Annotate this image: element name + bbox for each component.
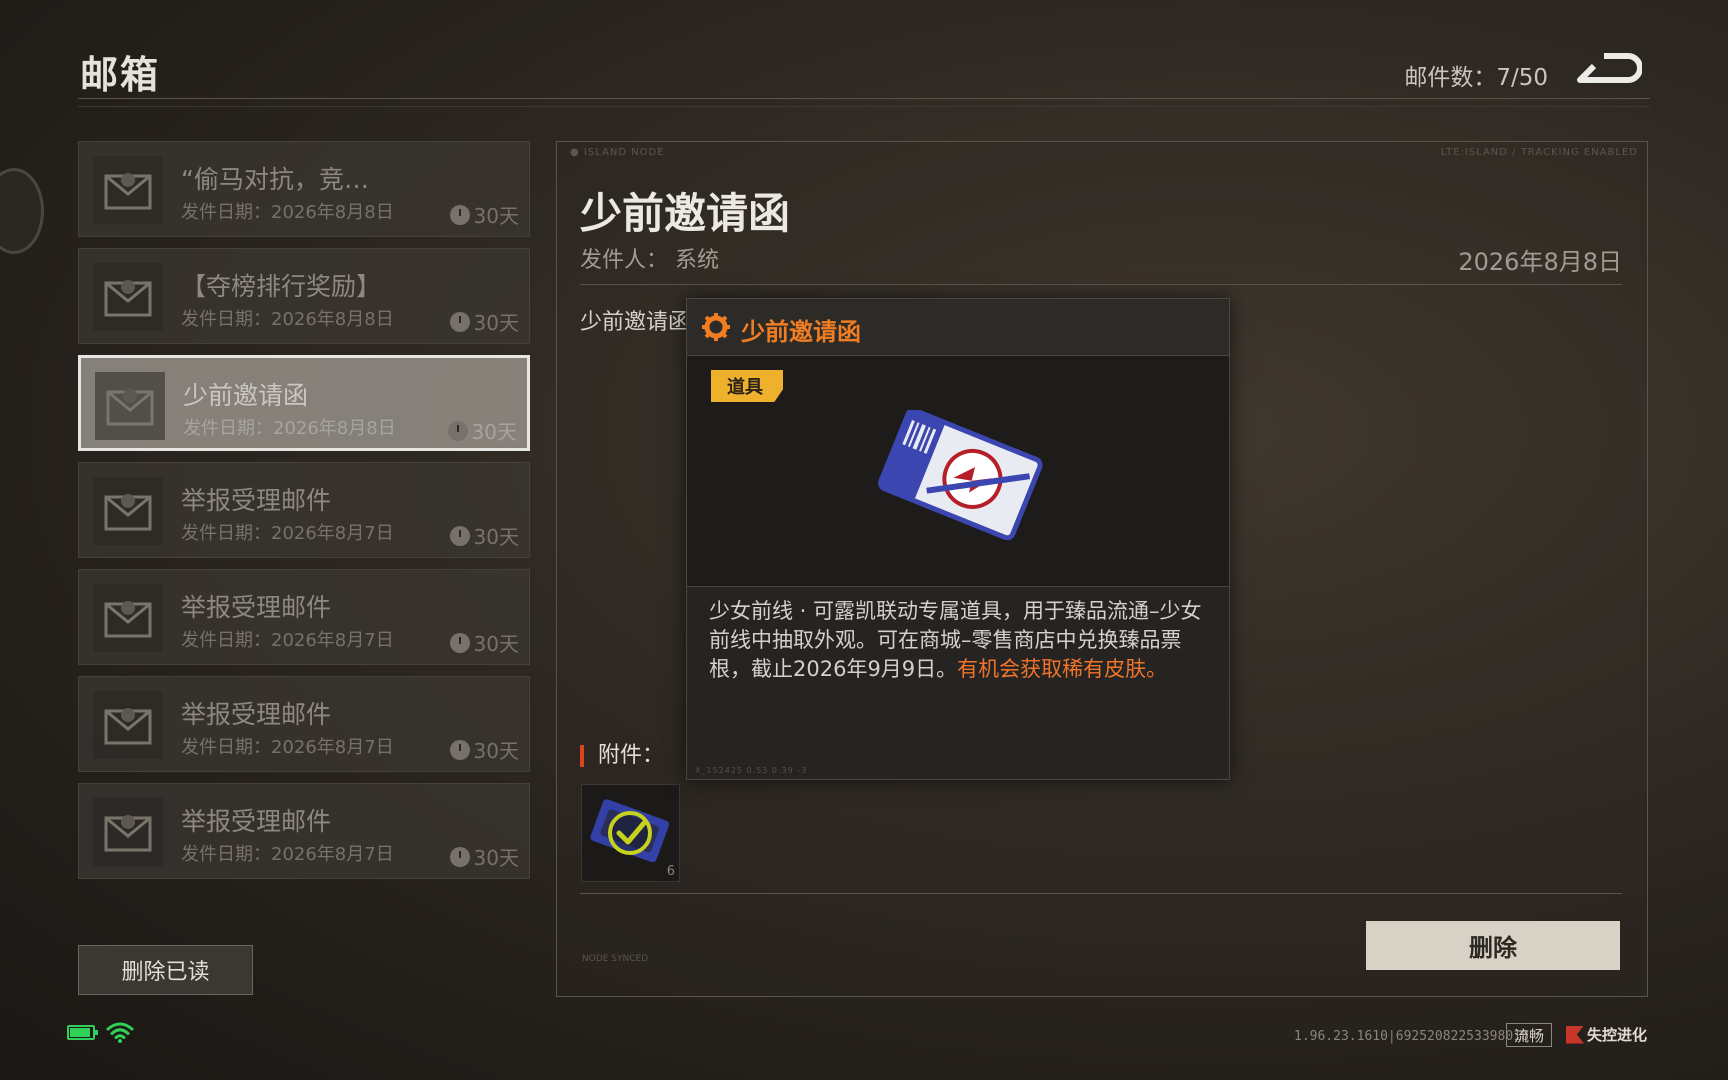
mail-item-title: 举报受理邮件	[181, 486, 332, 515]
mail-item-date: 发件日期：2026年8月8日	[183, 418, 396, 439]
clock-icon	[449, 311, 470, 332]
header-divider	[78, 98, 1650, 99]
ticket-thumbnail-icon	[590, 799, 670, 863]
mail-item-expire-text: 30天	[473, 525, 519, 549]
mail-sender: 发件人： 系统	[580, 248, 719, 273]
item-type-badge: 道具	[711, 370, 783, 402]
mail-icon-box	[93, 263, 163, 331]
attachment-count: 6	[666, 864, 675, 879]
mail-list-item[interactable]: 举报受理邮件发件日期：2026年8月7日 30天	[78, 462, 530, 558]
mail-item-expire-text: 30天	[473, 846, 519, 870]
clock-icon	[449, 846, 470, 867]
gear-icon	[702, 313, 730, 341]
popup-footer-text: X_152425 0.53 0.39 -3	[695, 766, 808, 775]
attachment-label: 附件：	[580, 745, 664, 767]
header-divider-2	[78, 106, 1650, 107]
item-description-highlight: 有机会获取稀有皮肤。	[957, 657, 1168, 681]
mail-item-title: “偷马对抗，竞…	[181, 165, 369, 194]
mail-item-expire-text: 30天	[473, 739, 519, 763]
mail-item-expire-text: 30天	[473, 204, 519, 228]
popup-header: 少前邀请函	[687, 299, 1229, 356]
mail-item-expire: 30天	[449, 307, 519, 336]
mail-item-expire: 30天	[449, 628, 519, 657]
mail-item-date: 发件日期：2026年8月7日	[181, 523, 394, 544]
mail-list-item[interactable]: “偷马对抗，竞… 发件日期：2026年8月8日 30天	[78, 141, 530, 237]
mail-item-date: 发件日期：2026年8月8日	[181, 202, 394, 223]
panel-tag: NODE SYNCED	[582, 954, 649, 964]
delete-read-button[interactable]: 删除已读	[78, 945, 253, 995]
mail-body: 少前邀请函	[580, 310, 691, 335]
mail-count: 邮件数：7/50	[1404, 65, 1548, 91]
mail-title: 少前邀请函	[580, 189, 791, 238]
mail-item-date: 发件日期：2026年8月7日	[181, 844, 394, 865]
item-image-area: 道具	[687, 356, 1229, 587]
mail-item-expire: 30天	[449, 521, 519, 550]
mail-item-expire: 30天	[449, 200, 519, 229]
mail-item-expire-text: 30天	[473, 632, 519, 656]
back-button[interactable]	[1574, 50, 1643, 90]
clock-icon	[447, 420, 468, 441]
popup-title: 少前邀请函	[741, 318, 861, 346]
divider	[580, 893, 1622, 894]
mail-item-expire-text: 30天	[473, 311, 519, 335]
back-arrow-icon	[1577, 53, 1643, 83]
mail-item-date: 发件日期：2026年8月7日	[181, 737, 394, 758]
clock-icon	[449, 525, 470, 546]
mail-list-item[interactable]: 举报受理邮件发件日期：2026年8月7日 30天	[78, 569, 530, 665]
item-tooltip-popup: 少前邀请函 道具 少女前线 · 可露凯联动专属道具，用于臻品流通–少女前线中抽取…	[686, 298, 1230, 780]
side-emblem	[0, 168, 44, 254]
mail-date: 2026年8月8日	[1458, 248, 1622, 276]
claimed-check-icon	[608, 811, 652, 855]
mail-icon-box	[93, 691, 163, 759]
version-text: 1.96.23.1610|69252082253398018	[1294, 1029, 1529, 1044]
panel-tag: ● ISLAND NODE	[570, 147, 665, 158]
delete-button[interactable]: 删除	[1366, 921, 1620, 970]
mail-item-title: 【夺榜排行奖励】	[181, 272, 382, 301]
mail-item-title: 举报受理邮件	[181, 807, 332, 836]
mail-item-date: 发件日期：2026年8月7日	[181, 630, 394, 651]
mail-icon-box	[95, 372, 165, 440]
logo-mark-icon	[1566, 1025, 1584, 1044]
mail-list-item[interactable]: 举报受理邮件发件日期：2026年8月7日 30天	[78, 783, 530, 879]
clock-icon	[449, 739, 470, 760]
mail-icon-box	[93, 477, 163, 545]
battery-icon	[67, 1025, 98, 1040]
item-description: 少女前线 · 可露凯联动专属道具，用于臻品流通–少女前线中抽取外观。可在商城–零…	[709, 597, 1209, 684]
mail-list-item[interactable]: 举报受理邮件发件日期：2026年8月7日 30天	[78, 676, 530, 772]
divider	[580, 284, 1622, 285]
attachment-item[interactable]: 6	[581, 784, 680, 882]
mail-list-item[interactable]: 少前邀请函发件日期：2026年8月8日 30天	[78, 355, 530, 451]
logo-text: 失控进化	[1587, 1026, 1648, 1044]
wifi-icon	[106, 1022, 134, 1043]
mail-item-expire: 30天	[447, 416, 517, 445]
mail-icon-box	[93, 798, 163, 866]
mail-item-expire: 30天	[449, 842, 519, 871]
mail-list-item[interactable]: 【夺榜排行奖励】发件日期：2026年8月8日 30天	[78, 248, 530, 344]
game-logo: 失控进化	[1566, 1024, 1647, 1045]
mail-icon-box	[93, 156, 163, 224]
mail-icon-box	[93, 584, 163, 652]
mail-item-expire-text: 30天	[471, 420, 517, 444]
clock-icon	[449, 632, 470, 653]
network-quality-badge: 流畅	[1506, 1023, 1552, 1047]
mail-item-title: 少前邀请函	[183, 381, 309, 410]
mail-item-title: 举报受理邮件	[181, 593, 332, 622]
panel-tag: LTE:ISLAND / TRACKING ENABLED	[1440, 147, 1638, 158]
page-title: 邮箱	[80, 53, 161, 97]
mail-item-title: 举报受理邮件	[181, 700, 332, 729]
mail-item-expire: 30天	[449, 735, 519, 764]
ticket-icon	[878, 410, 1043, 540]
mail-item-date: 发件日期：2026年8月8日	[181, 309, 394, 330]
clock-icon	[449, 204, 470, 225]
